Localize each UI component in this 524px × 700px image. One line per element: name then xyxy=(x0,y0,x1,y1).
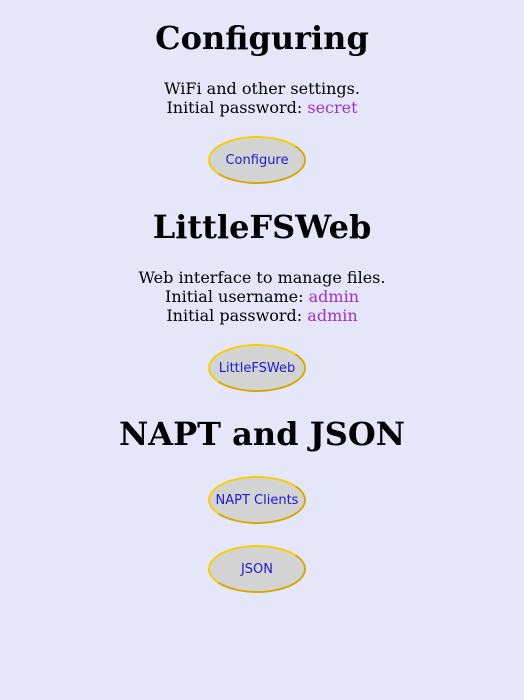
configuring-heading: Configuring xyxy=(155,19,369,57)
configure-button[interactable]: Configure xyxy=(208,136,306,184)
napt-json-heading: NAPT and JSON xyxy=(119,415,405,453)
password-label: Initial password: xyxy=(166,98,308,117)
password-label: Initial password: xyxy=(166,306,308,325)
json-button[interactable]: JSON xyxy=(208,545,306,593)
littlefsweb-password-line: Initial password: admin xyxy=(0,306,524,325)
littlefsweb-description: Web interface to manage files. xyxy=(138,268,386,287)
littlefsweb-username-line: Initial username: admin xyxy=(0,287,524,306)
password-value: secret xyxy=(307,98,358,117)
littlefsweb-heading: LittleFSWeb xyxy=(152,208,372,246)
configuring-password-line: Initial password: secret xyxy=(0,98,524,117)
napt-clients-button[interactable]: NAPT Clients xyxy=(208,476,306,524)
configuring-description: WiFi and other settings. xyxy=(164,79,360,98)
username-label: Initial username: xyxy=(165,287,309,306)
password-value: admin xyxy=(307,306,358,325)
littlefsweb-button[interactable]: LittleFSWeb xyxy=(208,344,306,392)
username-value: admin xyxy=(308,287,359,306)
